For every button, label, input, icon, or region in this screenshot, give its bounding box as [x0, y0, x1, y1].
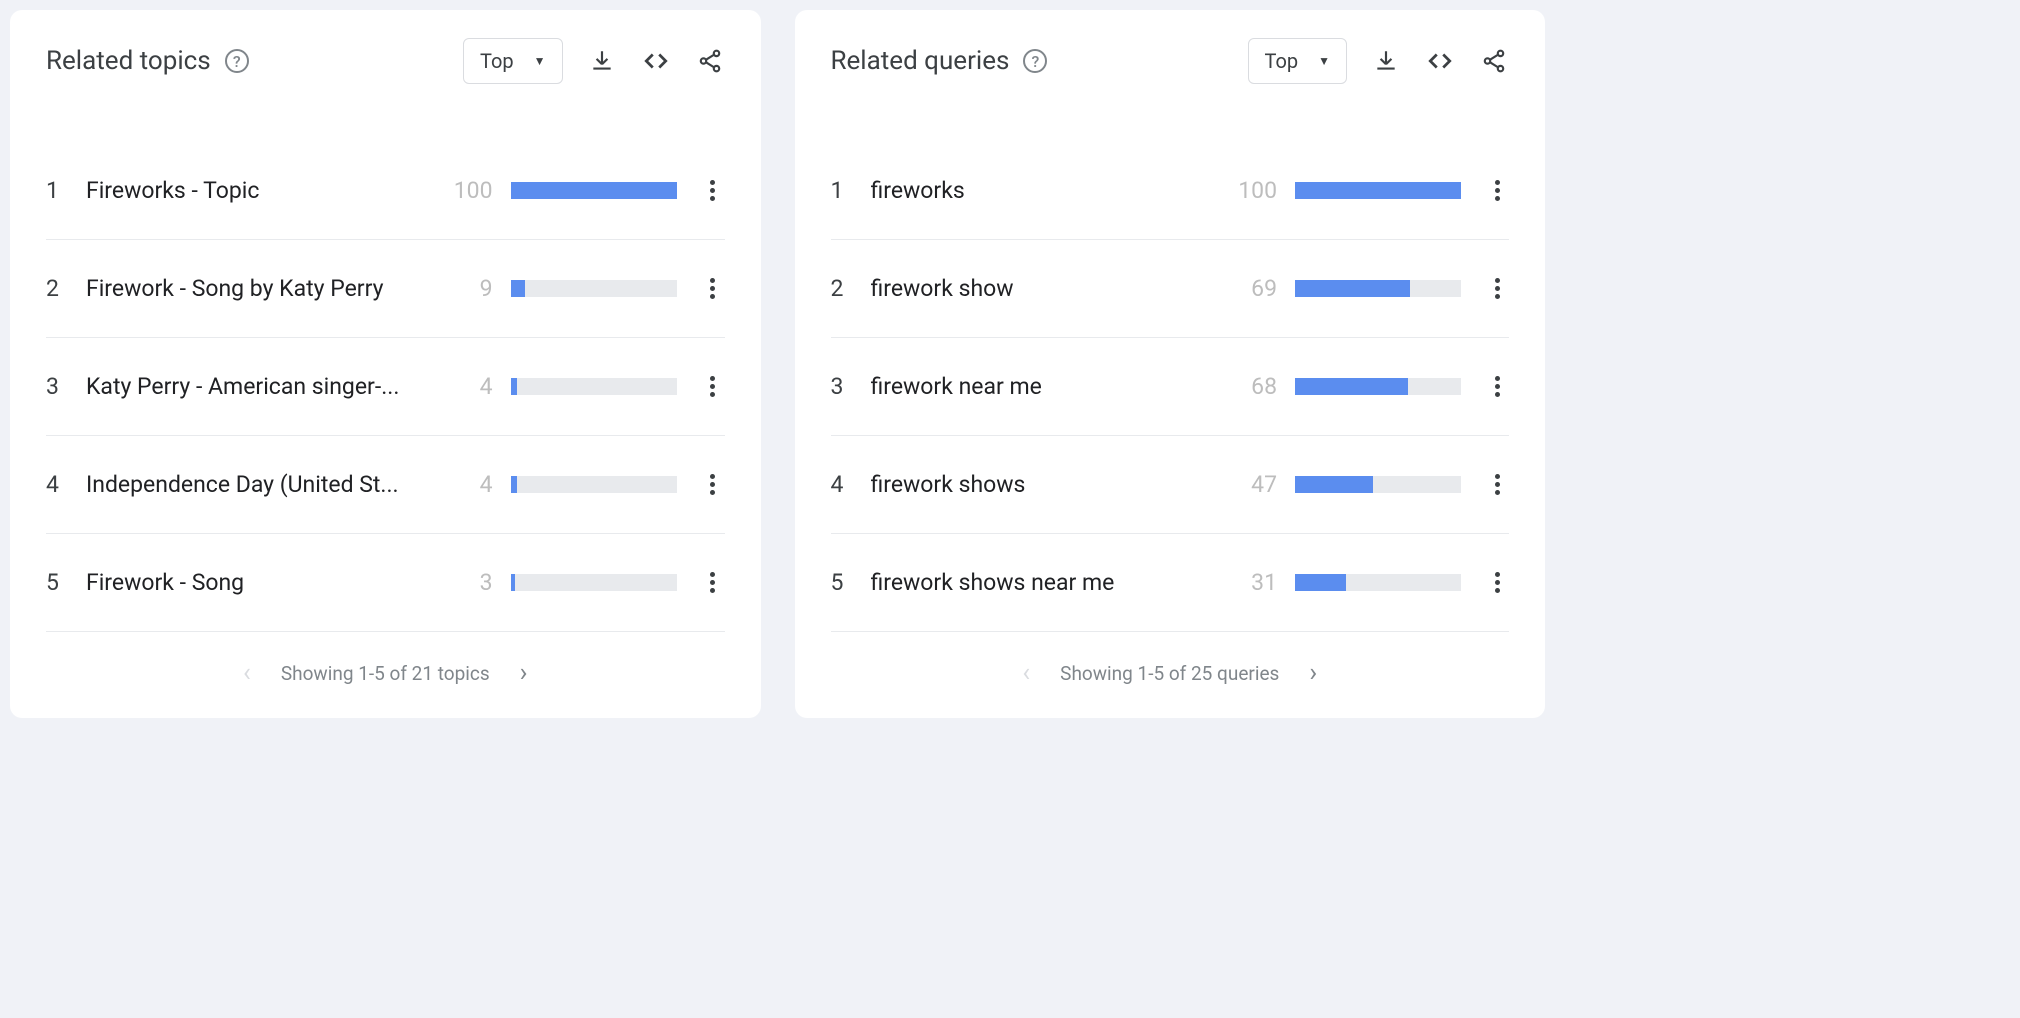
- item-bar: [1295, 182, 1461, 199]
- pagination: ‹ Showing 1-5 of 25 queries ›: [795, 632, 1546, 718]
- more-icon[interactable]: [701, 180, 725, 201]
- share-icon[interactable]: [1479, 46, 1509, 76]
- pagination-text: Showing 1-5 of 21 topics: [281, 662, 490, 685]
- item-bar: [511, 280, 677, 297]
- item-value: 68: [1237, 373, 1277, 400]
- embed-icon[interactable]: [641, 46, 671, 76]
- item-label: firework shows: [871, 471, 1220, 498]
- item-value: 100: [1237, 177, 1277, 204]
- item-value: 69: [1237, 275, 1277, 302]
- list-item[interactable]: 1 fireworks 100: [831, 142, 1510, 240]
- list-item[interactable]: 3 Katy Perry - American singer-... 4: [46, 338, 725, 436]
- next-page-icon[interactable]: ›: [520, 658, 528, 688]
- queries-list: 1 fireworks 100 2 firework show 69 3 fir…: [795, 102, 1546, 632]
- item-label: Independence Day (United St...: [86, 471, 435, 498]
- more-icon[interactable]: [701, 474, 725, 495]
- list-item[interactable]: 4 Independence Day (United St... 4: [46, 436, 725, 534]
- list-item[interactable]: 1 Fireworks - Topic 100: [46, 142, 725, 240]
- item-value: 100: [453, 177, 493, 204]
- prev-page-icon[interactable]: ‹: [1022, 658, 1030, 688]
- item-label: firework shows near me: [871, 569, 1220, 596]
- more-icon[interactable]: [1485, 474, 1509, 495]
- dropdown-label: Top: [480, 49, 514, 73]
- item-bar: [1295, 378, 1461, 395]
- list-item[interactable]: 3 firework near me 68: [831, 338, 1510, 436]
- item-bar: [1295, 476, 1461, 493]
- more-icon[interactable]: [1485, 376, 1509, 397]
- list-item[interactable]: 2 firework show 69: [831, 240, 1510, 338]
- list-item[interactable]: 4 firework shows 47: [831, 436, 1510, 534]
- list-item[interactable]: 2 Firework - Song by Katy Perry 9: [46, 240, 725, 338]
- item-bar: [511, 378, 677, 395]
- sort-dropdown[interactable]: Top ▼: [463, 38, 563, 84]
- item-label: fireworks: [871, 177, 1220, 204]
- item-label: firework near me: [871, 373, 1220, 400]
- item-bar: [511, 476, 677, 493]
- pagination: ‹ Showing 1-5 of 21 topics ›: [10, 632, 761, 718]
- panel-header: Related topics ? Top ▼: [10, 10, 761, 102]
- more-icon[interactable]: [701, 572, 725, 593]
- item-rank: 2: [831, 275, 853, 302]
- item-rank: 3: [46, 373, 68, 400]
- embed-icon[interactable]: [1425, 46, 1455, 76]
- list-item[interactable]: 5 Firework - Song 3: [46, 534, 725, 632]
- item-label: Katy Perry - American singer-...: [86, 373, 435, 400]
- next-page-icon[interactable]: ›: [1309, 658, 1317, 688]
- item-label: Fireworks - Topic: [86, 177, 435, 204]
- related-topics-panel: Related topics ? Top ▼ 1 Fireworks - Top…: [10, 10, 761, 718]
- list-item[interactable]: 5 firework shows near me 31: [831, 534, 1510, 632]
- more-icon[interactable]: [701, 278, 725, 299]
- download-icon[interactable]: [1371, 46, 1401, 76]
- chevron-down-icon: ▼: [1318, 54, 1330, 68]
- item-rank: 5: [46, 569, 68, 596]
- item-rank: 4: [831, 471, 853, 498]
- topics-list: 1 Fireworks - Topic 100 2 Firework - Son…: [10, 102, 761, 632]
- item-bar: [1295, 280, 1461, 297]
- item-rank: 5: [831, 569, 853, 596]
- panel-header: Related queries ? Top ▼: [795, 10, 1546, 102]
- item-label: Firework - Song by Katy Perry: [86, 275, 435, 302]
- item-rank: 1: [46, 177, 68, 204]
- related-queries-panel: Related queries ? Top ▼ 1 fireworks 100 …: [795, 10, 1546, 718]
- item-value: 31: [1237, 569, 1277, 596]
- item-value: 4: [453, 373, 493, 400]
- more-icon[interactable]: [1485, 278, 1509, 299]
- item-rank: 3: [831, 373, 853, 400]
- item-value: 4: [453, 471, 493, 498]
- help-icon[interactable]: ?: [1023, 49, 1047, 73]
- more-icon[interactable]: [1485, 572, 1509, 593]
- item-bar: [511, 574, 677, 591]
- sort-dropdown[interactable]: Top ▼: [1248, 38, 1348, 84]
- item-value: 9: [453, 275, 493, 302]
- more-icon[interactable]: [701, 376, 725, 397]
- item-value: 47: [1237, 471, 1277, 498]
- item-label: firework show: [871, 275, 1220, 302]
- item-bar: [511, 182, 677, 199]
- pagination-text: Showing 1-5 of 25 queries: [1060, 662, 1279, 685]
- help-icon[interactable]: ?: [225, 49, 249, 73]
- prev-page-icon[interactable]: ‹: [243, 658, 251, 688]
- item-value: 3: [453, 569, 493, 596]
- more-icon[interactable]: [1485, 180, 1509, 201]
- chevron-down-icon: ▼: [534, 54, 546, 68]
- item-rank: 1: [831, 177, 853, 204]
- panel-title: Related topics: [46, 46, 211, 76]
- panel-title: Related queries: [831, 46, 1010, 76]
- share-icon[interactable]: [695, 46, 725, 76]
- item-bar: [1295, 574, 1461, 591]
- download-icon[interactable]: [587, 46, 617, 76]
- item-rank: 2: [46, 275, 68, 302]
- item-label: Firework - Song: [86, 569, 435, 596]
- item-rank: 4: [46, 471, 68, 498]
- dropdown-label: Top: [1265, 49, 1299, 73]
